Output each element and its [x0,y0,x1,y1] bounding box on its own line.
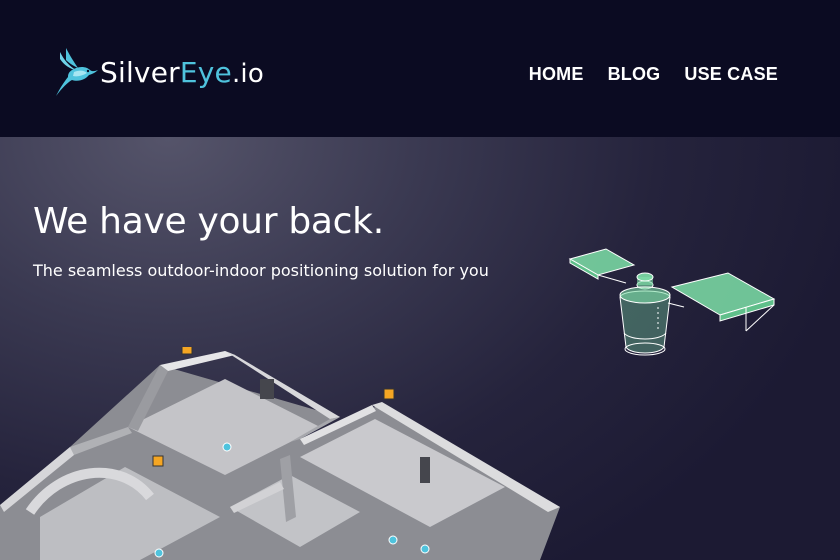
brand-wordmark: Silver Eye .io [100,56,264,89]
hero-section: We have your back. The seamless outdoor-… [0,137,840,560]
brand-name-io: .io [231,58,264,89]
brand-name-eye: Eye [179,55,232,89]
site-header: Silver Eye .io HOME BLOG USE CASE [0,0,840,137]
hero-title: We have your back. [33,201,384,242]
logo[interactable]: Silver Eye .io [52,44,264,100]
hero-subtitle: The seamless outdoor-indoor positioning … [33,261,489,280]
brand-name-silver: Silver [100,55,180,89]
nav-blog[interactable]: BLOG [608,64,661,85]
nav-use-case[interactable]: USE CASE [684,64,778,85]
page: Silver Eye .io HOME BLOG USE CASE We hav… [0,0,840,560]
floorplan-illustration [0,347,560,560]
hummingbird-icon [56,48,98,96]
main-nav: HOME BLOG USE CASE [529,64,778,85]
nav-home[interactable]: HOME [529,64,584,85]
